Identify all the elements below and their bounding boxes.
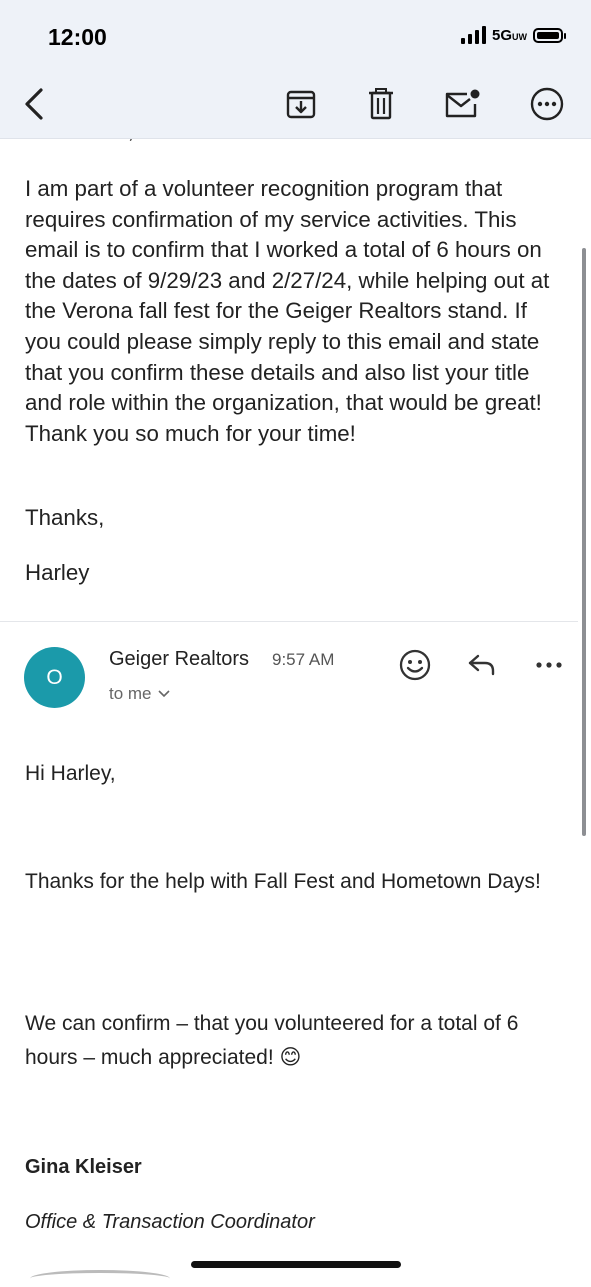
reply-greeting: Hi Harley, [25,762,116,785]
network-label: 5GUW [491,26,527,44]
more-button[interactable] [527,84,567,124]
top-bar: 12:00 5GUW [0,0,591,139]
react-button[interactable] [395,645,435,685]
bottom-button-peek [30,1270,170,1287]
message-more-button[interactable] [529,645,569,685]
sender-name[interactable]: Geiger Realtors [109,648,249,671]
scrollbar[interactable] [582,248,586,836]
recipient-label: to me [109,684,152,703]
recipient-toggle[interactable]: to me [109,684,170,704]
emoji-icon [399,649,431,681]
chevron-down-icon [157,690,170,698]
archive-button[interactable] [281,84,321,124]
back-icon [25,88,43,120]
sender-avatar[interactable]: O [24,647,85,708]
reply-button[interactable] [462,645,502,685]
reply-icon [468,654,495,676]
reply-paragraph-1: Thanks for the help with Fall Fest and H… [25,870,541,893]
signature-title: Office & Transaction Coordinator [25,1211,315,1233]
back-button[interactable] [14,84,54,124]
more-icon [530,87,564,121]
message-signature: Harley [25,560,90,585]
signal-icon [460,26,486,44]
sent-time: 9:57 AM [272,650,335,669]
signature-name: Gina Kleiser [25,1156,142,1178]
status-indicators: 5GUW [460,26,566,44]
mail-unread-icon [445,89,480,118]
trash-icon [369,88,393,120]
mark-unread-button[interactable] [442,84,482,124]
reply-paragraph-2: We can confirm – that you volunteered fo… [25,1012,519,1069]
home-indicator[interactable] [191,1261,401,1268]
more-horizontal-icon [536,662,562,668]
battery-icon [533,27,566,43]
delete-button[interactable] [361,84,401,124]
status-time: 12:00 [48,24,107,50]
message-body: I am part of a volunteer recognition pro… [25,176,550,446]
message-closing: Thanks, [25,505,105,530]
message-divider [0,621,578,622]
archive-icon [286,90,316,119]
